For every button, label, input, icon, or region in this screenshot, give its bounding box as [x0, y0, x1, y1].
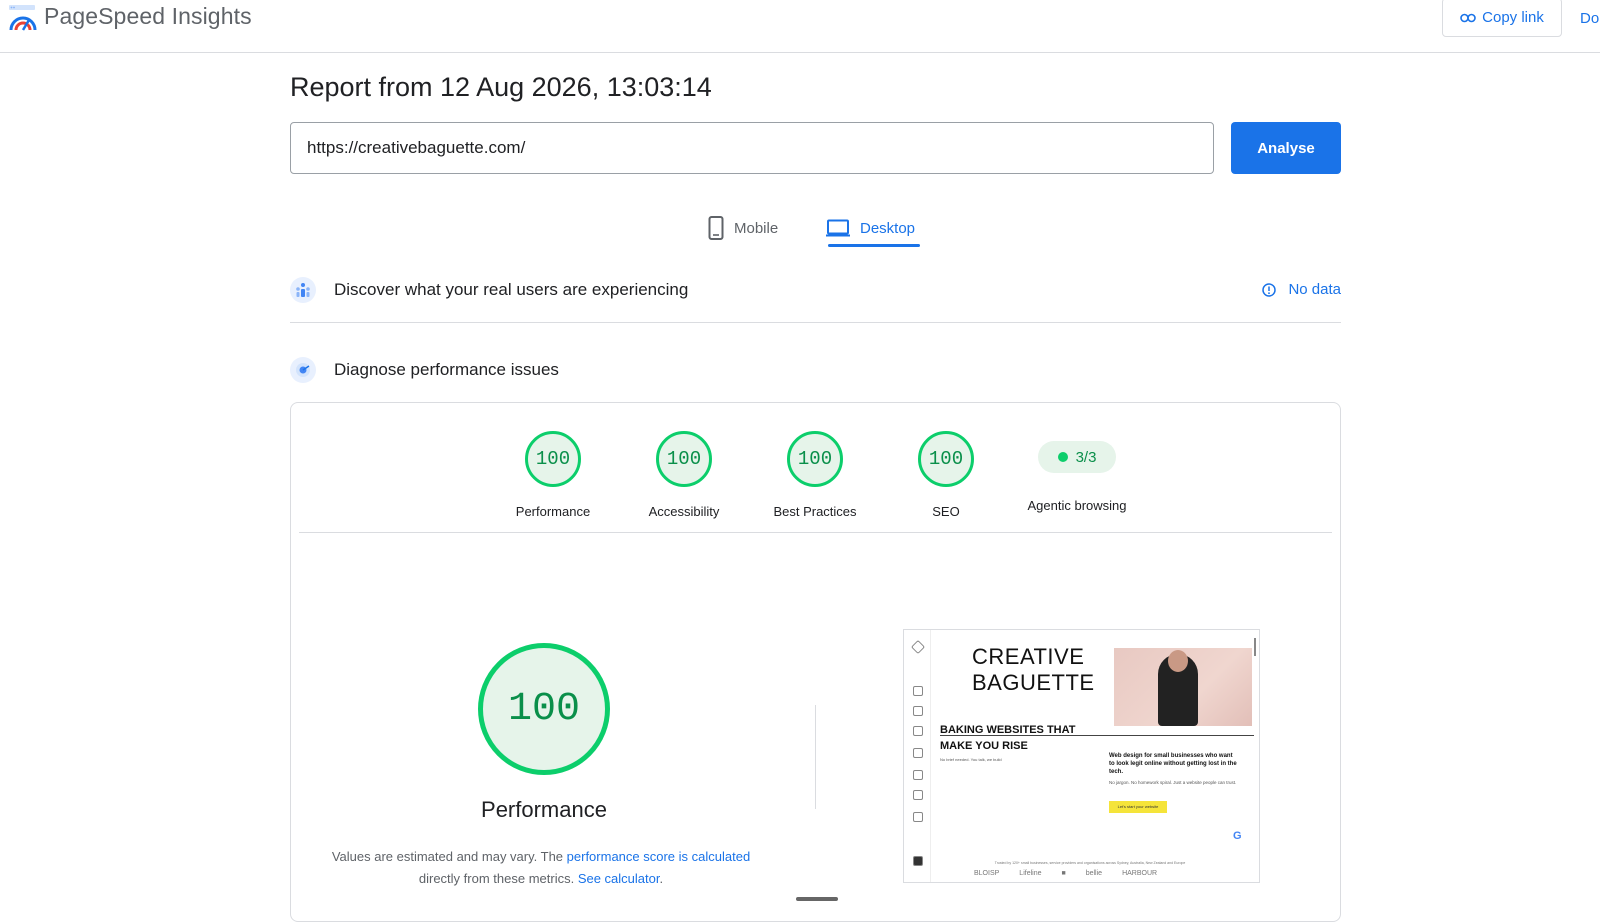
vertical-separator: [815, 705, 816, 809]
note-text: directly from these metrics.: [418, 871, 578, 886]
thumbnail-photo: [1114, 648, 1252, 726]
field-data-section: Discover what your real users are experi…: [290, 270, 1341, 310]
client-logo: bellie: [1085, 870, 1103, 877]
client-logo: BLOISP: [974, 870, 1000, 877]
gauge-accessibility[interactable]: 100 Accessibility: [624, 431, 744, 519]
url-input[interactable]: [290, 122, 1214, 174]
gauge-performance[interactable]: 100 Performance: [493, 431, 613, 519]
lighthouse-icon: [290, 357, 316, 383]
brand-line: BAGUETTE: [972, 670, 1095, 695]
report-title: Report from 12 Aug 2026, 13:03:14: [290, 72, 712, 102]
headline-line: MAKE YOU RISE: [940, 740, 1028, 752]
performance-score-link[interactable]: performance score is calculated: [567, 849, 751, 864]
diagnose-section: Diagnose performance issues: [290, 350, 1341, 390]
score-gauge: 100: [787, 431, 843, 487]
thumbnail-copy: Web design for small businesses who want…: [1109, 753, 1237, 775]
thumbnail-brand: CREATIVE BAGUETTE: [972, 644, 1095, 696]
info-icon: [1262, 282, 1277, 297]
diagnose-title: Diagnose performance issues: [334, 360, 559, 379]
pass-dot-icon: [1057, 452, 1068, 462]
no-data-link[interactable]: No data: [1262, 281, 1341, 298]
copy-link-button[interactable]: Copy link: [1442, 0, 1562, 37]
gauge-label: Accessibility: [648, 504, 720, 519]
gauge-label: Agentic browsing: [1027, 498, 1127, 513]
thumbnail-scrollbar: [1254, 638, 1256, 656]
gauge-best-practices[interactable]: 100 Best Practices: [755, 431, 875, 519]
thumbnail-cta: Let's start your website: [1109, 801, 1167, 813]
gauge-label: SEO: [932, 504, 960, 519]
thumbnail-footer: Trusted by 120+ small businesses, servic…: [994, 861, 1186, 865]
agentic-value: 3/3: [1075, 448, 1097, 466]
gauge-label: Performance: [515, 504, 591, 519]
analyse-button[interactable]: Analyse: [1231, 122, 1341, 174]
laptop-icon: [826, 219, 850, 237]
tab-mobile-label: Mobile: [734, 219, 779, 237]
section-divider: [290, 322, 1341, 323]
tab-desktop-label: Desktop: [860, 219, 916, 237]
see-calculator-link[interactable]: See calculator: [578, 871, 660, 886]
no-data-label: No data: [1288, 281, 1341, 298]
gauge-seo[interactable]: 100 SEO: [886, 431, 1006, 519]
pagespeed-logo-icon[interactable]: [8, 4, 38, 32]
thumbnail-copy-secondary: No jargon. No homework spiral. Just a we…: [1109, 780, 1237, 785]
lighthouse-report-card: 100 Performance 100 Accessibility 100 Be…: [290, 402, 1341, 922]
top-bar: PageSpeed Insights Copy link Do: [0, 0, 1600, 53]
thumbnail-rule: [940, 735, 1254, 736]
final-screenshot-thumbnail[interactable]: CREATIVE BAGUETTE BAKING WEBSITES THAT M…: [903, 629, 1260, 883]
active-tab-indicator: [828, 244, 920, 247]
thumbnail-headline: BAKING WEBSITES THAT MAKE YOU RISE: [940, 722, 1075, 754]
tab-desktop[interactable]: Desktop: [826, 208, 915, 248]
thumbnail-sidebar: [904, 630, 931, 882]
client-logo: ■: [1061, 870, 1066, 877]
note-text: .: [659, 871, 664, 886]
note-text: Values are estimated and may vary. The: [331, 849, 567, 864]
score-gauge: 100: [918, 431, 974, 487]
performance-note: Values are estimated and may vary. The p…: [331, 846, 751, 890]
tab-mobile[interactable]: Mobile: [708, 208, 778, 248]
docs-link[interactable]: Do: [1580, 10, 1599, 27]
thumbnail-small-text: No brief needed. You talk, we build: [940, 757, 1002, 762]
performance-big-label: Performance: [481, 797, 607, 822]
link-icon: [1460, 13, 1476, 22]
brand-line: CREATIVE: [972, 644, 1085, 669]
client-logo: HARBOUR: [1122, 870, 1158, 877]
app-title[interactable]: PageSpeed Insights: [44, 3, 252, 30]
score-gauge: 100: [656, 431, 712, 487]
agentic-badge: 3/3: [1038, 441, 1116, 473]
copy-link-label: Copy link: [1482, 9, 1544, 26]
gauge-label: Best Practices: [773, 504, 857, 519]
card-divider: [299, 532, 1332, 533]
score-gauge: 100: [525, 431, 581, 487]
users-icon: [290, 277, 316, 303]
phone-icon: [708, 216, 724, 240]
performance-big-gauge: 100: [478, 643, 610, 775]
gauge-agentic-browsing[interactable]: 3/3 Agentic browsing: [1007, 431, 1147, 513]
thumbnail-logos: BLOISP Lifeline ■ bellie HARBOUR: [974, 870, 1254, 878]
client-logo: Lifeline: [1019, 870, 1042, 877]
scroll-indicator[interactable]: [796, 897, 838, 901]
google-badge-icon: G: [1233, 830, 1242, 842]
field-data-title: Discover what your real users are experi…: [334, 280, 689, 299]
